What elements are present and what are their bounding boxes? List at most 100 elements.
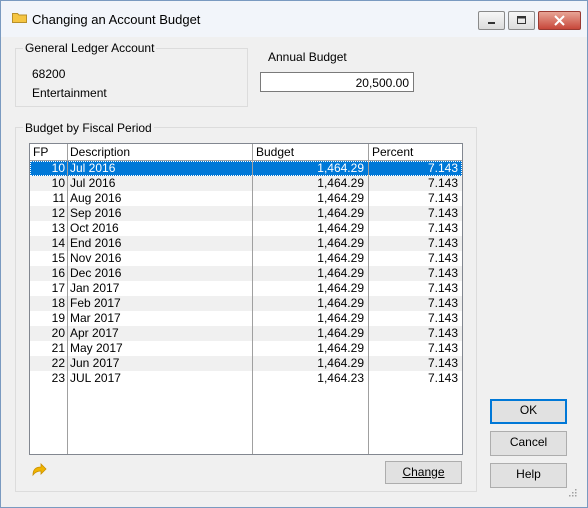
table-row[interactable]: 14 End 2016 1,464.29 7.143 (30, 236, 462, 251)
percent-cell: 7.143 (427, 251, 458, 265)
resize-grip-icon[interactable] (567, 487, 577, 497)
percent-cell: 7.143 (427, 176, 458, 190)
maximize-icon (517, 16, 526, 24)
dialog-body: General Ledger Account 68200 Entertainme… (9, 37, 579, 499)
account-name: Entertainment (32, 86, 107, 100)
budget-cell: 1,464.29 (317, 311, 364, 325)
budget-cell: 1,464.29 (317, 236, 364, 250)
table-row[interactable]: 18 Feb 2017 1,464.29 7.143 (30, 296, 462, 311)
annual-budget-input[interactable] (260, 72, 414, 92)
column-divider (368, 144, 369, 454)
change-button[interactable]: Change (385, 461, 462, 484)
percent-cell: 7.143 (427, 281, 458, 295)
percent-cell: 7.143 (427, 161, 458, 175)
help-button-label: Help (516, 467, 541, 481)
fp-cell: 14 (51, 236, 65, 250)
budget-grid[interactable]: FP Description Budget Percent 10 Jul 2016… (29, 143, 463, 455)
maximize-button[interactable] (508, 11, 535, 30)
budget-cell: 1,464.29 (317, 356, 364, 370)
percent-cell: 7.143 (427, 311, 458, 325)
description-cell: End 2016 (70, 236, 122, 250)
budget-cell: 1,464.29 (317, 221, 364, 235)
grid-header: FP Description Budget Percent (30, 144, 462, 161)
description-cell: Dec 2016 (70, 266, 122, 280)
percent-cell: 7.143 (427, 326, 458, 340)
description-cell: Jun 2017 (70, 356, 120, 370)
fp-cell: 20 (51, 326, 65, 340)
description-cell: JUL 2017 (70, 371, 121, 385)
annual-budget-label: Annual Budget (268, 50, 347, 64)
table-row[interactable]: 13 Oct 2016 1,464.29 7.143 (30, 221, 462, 236)
title-bar[interactable]: Changing an Account Budget (1, 1, 587, 37)
description-cell: Apr 2017 (70, 326, 119, 340)
cancel-button-label: Cancel (509, 435, 548, 449)
table-row[interactable]: 23 JUL 2017 1,464.23 7.143 (30, 371, 462, 386)
fp-cell: 17 (51, 281, 65, 295)
fp-cell: 10 (51, 161, 65, 175)
close-icon (554, 15, 565, 26)
description-cell: Jul 2016 (70, 161, 116, 175)
fp-cell: 10 (51, 176, 65, 190)
fp-cell: 19 (51, 311, 65, 325)
percent-cell: 7.143 (427, 206, 458, 220)
budget-cell: 1,464.29 (317, 206, 364, 220)
redo-arrow-icon[interactable] (31, 461, 47, 477)
description-cell: Sep 2016 (70, 206, 122, 220)
description-cell: Jan 2017 (70, 281, 120, 295)
budget-cell: 1,464.29 (317, 191, 364, 205)
budget-cell: 1,464.29 (317, 281, 364, 295)
table-row[interactable]: 21 May 2017 1,464.29 7.143 (30, 341, 462, 356)
column-divider (252, 144, 253, 454)
percent-cell: 7.143 (427, 221, 458, 235)
column-header-fp[interactable]: FP (33, 145, 48, 159)
table-row[interactable]: 11 Aug 2016 1,464.29 7.143 (30, 191, 462, 206)
table-row[interactable]: 22 Jun 2017 1,464.29 7.143 (30, 356, 462, 371)
column-header-budget[interactable]: Budget (256, 145, 294, 159)
description-cell: Aug 2016 (70, 191, 122, 205)
column-divider (67, 144, 68, 454)
description-cell: Mar 2017 (70, 311, 121, 325)
window-title: Changing an Account Budget (32, 12, 201, 27)
description-cell: May 2017 (70, 341, 123, 355)
fp-cell: 11 (52, 191, 65, 205)
ok-button-label: OK (519, 403, 538, 417)
table-row[interactable]: 16 Dec 2016 1,464.29 7.143 (30, 266, 462, 281)
budget-cell: 1,464.23 (317, 371, 364, 385)
grid-rows: 10 Jul 2016 1,464.29 7.143 10 Jul 2016 1,464.2… (30, 161, 462, 386)
table-row[interactable]: 19 Mar 2017 1,464.29 7.143 (30, 311, 462, 326)
description-cell: Oct 2016 (70, 221, 119, 235)
percent-cell: 7.143 (427, 371, 458, 385)
help-button[interactable]: Help (490, 463, 567, 488)
table-row[interactable]: 15 Nov 2016 1,464.29 7.143 (30, 251, 462, 266)
fp-cell: 21 (51, 341, 65, 355)
cancel-button[interactable]: Cancel (490, 431, 567, 456)
minimize-button[interactable] (478, 11, 505, 30)
close-button[interactable] (538, 11, 581, 30)
table-row[interactable]: 10 Jul 2016 1,464.29 7.143 (30, 176, 462, 191)
fp-cell: 23 (51, 371, 65, 385)
fp-cell: 12 (51, 206, 65, 220)
ok-button[interactable]: OK (490, 399, 567, 424)
budget-cell: 1,464.29 (317, 161, 364, 175)
budget-cell: 1,464.29 (317, 341, 364, 355)
fp-cell: 18 (51, 296, 65, 310)
budget-cell: 1,464.29 (317, 251, 364, 265)
table-row[interactable]: 10 Jul 2016 1,464.29 7.143 (30, 161, 462, 176)
table-row[interactable]: 17 Jan 2017 1,464.29 7.143 (30, 281, 462, 296)
description-cell: Feb 2017 (70, 296, 121, 310)
account-number: 68200 (32, 67, 66, 81)
table-row[interactable]: 12 Sep 2016 1,464.29 7.143 (30, 206, 462, 221)
budget-cell: 1,464.29 (317, 176, 364, 190)
gl-account-label: General Ledger Account (23, 41, 157, 55)
column-header-percent[interactable]: Percent (372, 145, 413, 159)
minimize-icon (488, 22, 495, 24)
column-header-description[interactable]: Description (70, 145, 130, 159)
budget-cell: 1,464.29 (317, 296, 364, 310)
percent-cell: 7.143 (427, 356, 458, 370)
percent-cell: 7.143 (427, 191, 458, 205)
table-row[interactable]: 20 Apr 2017 1,464.29 7.143 (30, 326, 462, 341)
fp-cell: 13 (51, 221, 65, 235)
budget-cell: 1,464.29 (317, 266, 364, 280)
percent-cell: 7.143 (427, 266, 458, 280)
percent-cell: 7.143 (427, 236, 458, 250)
